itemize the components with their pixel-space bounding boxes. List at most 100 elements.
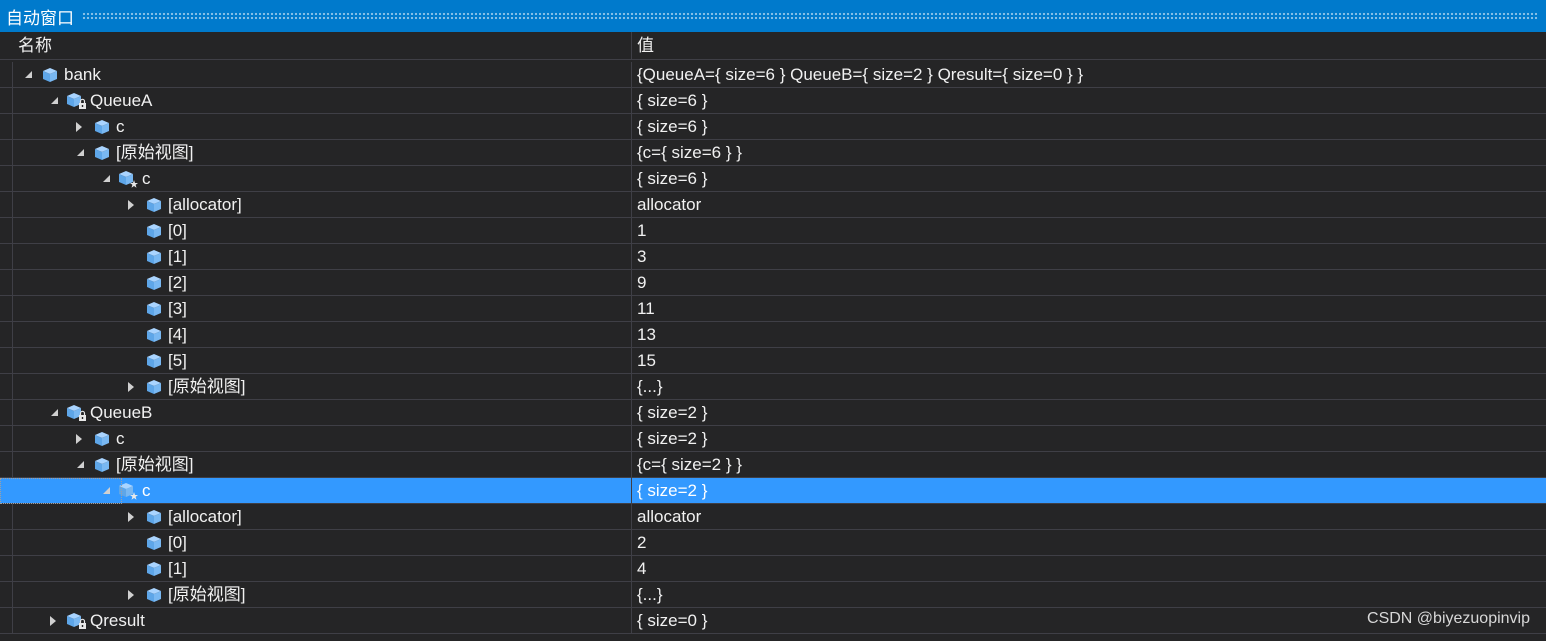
name-cell[interactable]: QueueB [12, 400, 631, 425]
name-cell[interactable]: [1] [12, 556, 631, 581]
tree-row[interactable]: [3] 11 [0, 296, 1546, 322]
tree-row[interactable]: [1] 4 [0, 556, 1546, 582]
window-titlebar[interactable]: 自动窗口 [0, 0, 1546, 32]
name-cell[interactable]: c [12, 114, 631, 139]
value-cell[interactable]: {...} [637, 582, 663, 607]
value-cell[interactable]: {c={ size=6 } } [637, 140, 742, 165]
value-cell[interactable]: 4 [637, 556, 646, 581]
name-cell[interactable]: c [12, 166, 631, 191]
column-header-name[interactable]: 名称 [18, 32, 52, 59]
expand-arrow-icon[interactable] [73, 426, 85, 451]
value-cell[interactable]: { size=6 } [637, 166, 707, 191]
tree-row[interactable]: [原始视图] {...} [0, 582, 1546, 608]
tree-row[interactable]: [原始视图] {...} [0, 374, 1546, 400]
value-cell[interactable]: {QueueA={ size=6 } QueueB={ size=2 } Qre… [637, 62, 1083, 87]
name-cell[interactable]: bank [12, 62, 631, 87]
column-divider [631, 452, 632, 477]
object-field-icon [143, 247, 165, 267]
value-cell[interactable]: allocator [637, 192, 701, 217]
value-cell[interactable]: 15 [637, 348, 656, 373]
object-field-icon [143, 559, 165, 579]
value-cell[interactable]: 3 [637, 244, 646, 269]
object-field-icon [143, 351, 165, 371]
value-cell[interactable]: { size=6 } [637, 88, 707, 113]
value-cell[interactable]: {...} [637, 374, 663, 399]
titlebar-drag-grip[interactable] [82, 12, 1538, 20]
object-field-icon [143, 325, 165, 345]
column-divider [631, 140, 632, 165]
value-cell[interactable]: 9 [637, 270, 646, 295]
collapse-arrow-icon[interactable] [47, 400, 59, 425]
name-cell[interactable]: [原始视图] [12, 582, 631, 607]
value-cell[interactable]: { size=6 } [637, 114, 707, 139]
column-divider [631, 400, 632, 425]
tree-row[interactable]: [1] 3 [0, 244, 1546, 270]
tree-row[interactable]: QueueA { size=6 } [0, 88, 1546, 114]
expand-arrow-icon[interactable] [125, 504, 137, 529]
tree-row[interactable]: [5] 15 [0, 348, 1546, 374]
tree-row[interactable]: c { size=6 } [0, 114, 1546, 140]
name-cell[interactable]: c [12, 478, 631, 503]
column-header-row: 名称 值 [0, 32, 1546, 60]
name-cell[interactable]: [原始视图] [12, 140, 631, 165]
collapse-arrow-icon[interactable] [73, 140, 85, 165]
tree-row[interactable]: bank {QueueA={ size=6 } QueueB={ size=2 }… [0, 62, 1546, 88]
name-cell[interactable]: [2] [12, 270, 631, 295]
name-cell[interactable]: [4] [12, 322, 631, 347]
tree-row[interactable]: QueueB { size=2 } [0, 400, 1546, 426]
name-cell[interactable]: [原始视图] [12, 374, 631, 399]
value-cell[interactable]: { size=0 } [637, 608, 707, 633]
tree-row[interactable]: c { size=6 } [0, 166, 1546, 192]
value-cell[interactable]: 13 [637, 322, 656, 347]
tree-row[interactable]: [0] 2 [0, 530, 1546, 556]
value-cell[interactable]: 2 [637, 530, 646, 555]
tree-row[interactable]: [allocator] allocator [0, 504, 1546, 530]
tree-row[interactable]: c { size=2 } [0, 426, 1546, 452]
variable-name: [1] [168, 559, 187, 578]
name-cell[interactable]: [1] [12, 244, 631, 269]
value-cell[interactable]: { size=2 } [637, 478, 707, 503]
collapse-arrow-icon[interactable] [99, 478, 111, 503]
tree-row[interactable]: Qresult { size=0 } [0, 608, 1546, 634]
tree-row[interactable]: [原始视图] {c={ size=2 } } [0, 452, 1546, 478]
tree-row[interactable]: [4] 13 [0, 322, 1546, 348]
variable-name: QueueA [90, 91, 153, 110]
tree-row[interactable]: [2] 9 [0, 270, 1546, 296]
name-cell[interactable]: [5] [12, 348, 631, 373]
tree-row[interactable]: [allocator] allocator [0, 192, 1546, 218]
variable-name: [allocator] [168, 195, 242, 214]
object-field-icon [143, 273, 165, 293]
value-cell[interactable]: { size=2 } [637, 426, 707, 451]
expand-arrow-icon[interactable] [125, 582, 137, 607]
column-divider [631, 192, 632, 217]
column-header-value[interactable]: 值 [637, 32, 654, 59]
name-cell[interactable]: [0] [12, 530, 631, 555]
collapse-arrow-icon[interactable] [73, 452, 85, 477]
name-cell[interactable]: [0] [12, 218, 631, 243]
value-cell[interactable]: 1 [637, 218, 646, 243]
name-cell[interactable]: [3] [12, 296, 631, 321]
name-cell[interactable]: QueueA [12, 88, 631, 113]
name-cell[interactable]: [allocator] [12, 192, 631, 217]
private-field-icon [65, 611, 87, 631]
name-cell[interactable]: [allocator] [12, 504, 631, 529]
tree-row[interactable]: [0] 1 [0, 218, 1546, 244]
value-cell[interactable]: allocator [637, 504, 701, 529]
name-cell[interactable]: c [12, 426, 631, 451]
column-divider [631, 374, 632, 399]
name-cell[interactable]: Qresult [12, 608, 631, 633]
expand-arrow-icon[interactable] [125, 192, 137, 217]
value-cell[interactable]: 11 [637, 296, 655, 321]
column-resize-handle[interactable] [631, 32, 632, 59]
collapse-arrow-icon[interactable] [47, 88, 59, 113]
collapse-arrow-icon[interactable] [21, 62, 33, 87]
collapse-arrow-icon[interactable] [99, 166, 111, 191]
tree-row[interactable]: c { size=2 } [0, 478, 1546, 504]
expand-arrow-icon[interactable] [73, 114, 85, 139]
value-cell[interactable]: {c={ size=2 } } [637, 452, 742, 477]
name-cell[interactable]: [原始视图] [12, 452, 631, 477]
value-cell[interactable]: { size=2 } [637, 400, 707, 425]
expand-arrow-icon[interactable] [47, 608, 59, 633]
tree-row[interactable]: [原始视图] {c={ size=6 } } [0, 140, 1546, 166]
expand-arrow-icon[interactable] [125, 374, 137, 399]
